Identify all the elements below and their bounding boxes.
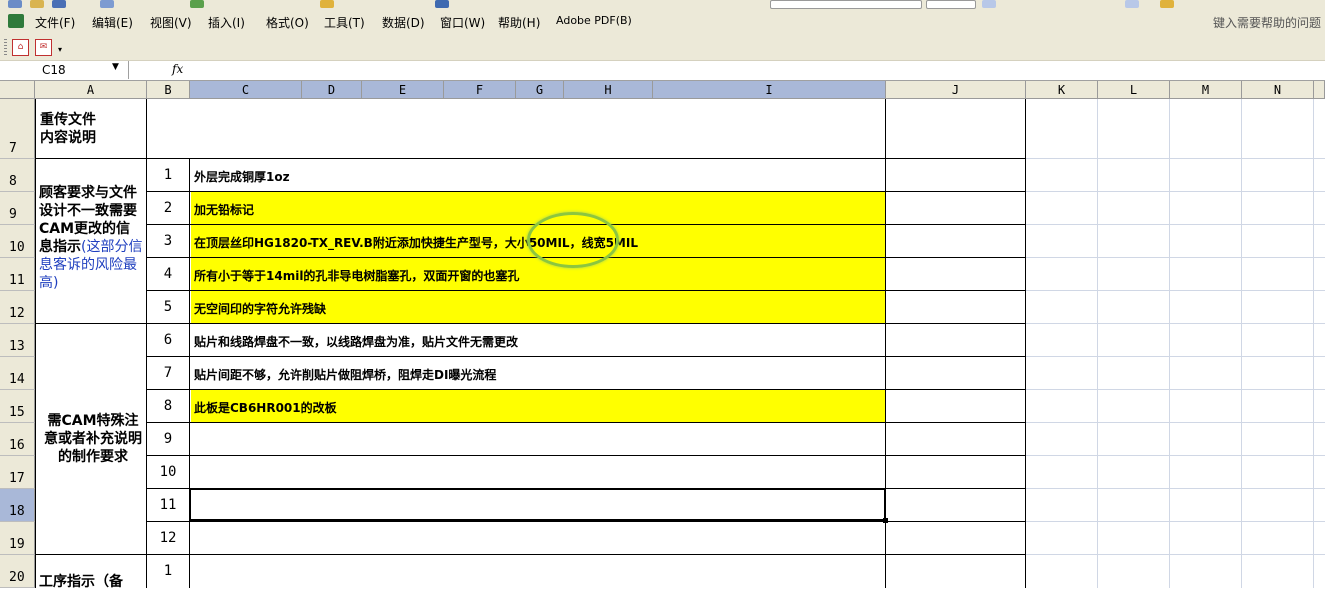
menu-window[interactable]: 窗口(W): [440, 14, 485, 31]
item-number: 2: [163, 200, 173, 216]
item-number: 3: [163, 233, 173, 249]
column-header-j[interactable]: J: [886, 81, 1026, 99]
column-header-e[interactable]: E: [362, 81, 444, 99]
column-header-d[interactable]: D: [302, 81, 362, 99]
row-header-18[interactable]: 18: [0, 489, 35, 522]
item-number: 4: [163, 266, 173, 282]
help-question-box[interactable]: 键入需要帮助的问题: [1213, 14, 1321, 31]
menu-data[interactable]: 数据(D): [382, 14, 425, 31]
column-header-m[interactable]: M: [1170, 81, 1242, 99]
row-header-17[interactable]: 17: [0, 456, 35, 489]
column-header-a[interactable]: A: [35, 81, 147, 99]
row-header-19[interactable]: 19: [0, 522, 35, 555]
menu-insert[interactable]: 插入(I): [208, 14, 245, 31]
column-header-f[interactable]: F: [444, 81, 516, 99]
item-text[interactable]: 贴片和线路焊盘不一致，以线路焊盘为准，贴片文件无需更改: [194, 333, 518, 350]
open-icon[interactable]: [30, 0, 44, 8]
column-header-b[interactable]: B: [147, 81, 190, 99]
toolbar-options-icon[interactable]: ▾: [58, 45, 62, 54]
column-header-g[interactable]: G: [516, 81, 564, 99]
label-cam-special: 需CAM特殊注意或者补充说明的制作要求: [44, 413, 142, 465]
column-header-l[interactable]: L: [1098, 81, 1170, 99]
label-process-instruction: 工序指示（备: [39, 574, 123, 590]
item-text[interactable]: 无空间印的字符允许残缺: [194, 300, 326, 317]
item-number: 10: [159, 464, 177, 480]
item-text[interactable]: 加无铅标记: [194, 201, 254, 218]
item-number: 6: [163, 332, 173, 348]
insert-function-icon[interactable]: fx: [172, 62, 183, 76]
formula-input[interactable]: [190, 61, 1325, 79]
row-header-8[interactable]: 8: [0, 159, 35, 192]
item-number: 11: [159, 497, 177, 513]
column-header-n[interactable]: N: [1242, 81, 1314, 99]
convert-to-pdf-icon[interactable]: ⌂: [12, 39, 29, 56]
process-item-number: 1: [163, 563, 173, 579]
cell-reference: C18: [42, 63, 66, 77]
row-header-13[interactable]: 13: [0, 324, 35, 357]
item-text[interactable]: 所有小于等于14mil的孔非导电树脂塞孔，双面开窗的也塞孔: [194, 267, 519, 284]
item-text[interactable]: 此板是CB6HR001的改板: [194, 399, 337, 416]
item-text[interactable]: 贴片间距不够，允许削贴片做阻焊桥，阻焊走DI曝光流程: [194, 366, 496, 383]
menu-view[interactable]: 视图(V): [150, 14, 192, 31]
convert-and-email-icon[interactable]: ✉: [35, 39, 52, 56]
menu-bar: 文件(F) 编辑(E) 视图(V) 插入(I) 格式(O) 工具(T) 数据(D…: [0, 10, 1325, 35]
row-header-15[interactable]: 15: [0, 390, 35, 423]
row-header-20[interactable]: 20: [0, 555, 35, 588]
item-number: 12: [159, 530, 177, 546]
item-number: 1: [163, 167, 173, 183]
row-header-12[interactable]: 12: [0, 291, 35, 324]
name-box[interactable]: C18 ▼: [0, 61, 129, 79]
print-icon[interactable]: [100, 0, 114, 8]
menu-tools[interactable]: 工具(T): [324, 14, 365, 31]
menu-file[interactable]: 文件(F): [35, 14, 75, 31]
column-header-o[interactable]: [1314, 81, 1325, 99]
menu-help[interactable]: 帮助(H): [498, 14, 540, 31]
annotation-circle: [527, 212, 619, 268]
row-header-14[interactable]: 14: [0, 357, 35, 390]
row-header-7[interactable]: 7: [0, 99, 35, 159]
menu-edit[interactable]: 编辑(E): [92, 14, 133, 31]
item-number: 8: [163, 398, 173, 414]
formula-bar: C18 ▼ fx: [0, 61, 1325, 81]
select-all-corner[interactable]: [0, 81, 35, 99]
column-header-i[interactable]: I: [653, 81, 886, 99]
fill-handle[interactable]: [883, 518, 888, 523]
chart-icon[interactable]: [435, 0, 449, 8]
row-header-16[interactable]: 16: [0, 423, 35, 456]
new-icon[interactable]: [8, 0, 22, 8]
pdf-toolbar: ⌂ ✉ ▾: [0, 35, 1325, 61]
row-header-9[interactable]: 9: [0, 192, 35, 225]
row-header-10[interactable]: 10: [0, 225, 35, 258]
font-name-box[interactable]: [770, 0, 922, 9]
active-cell-selection[interactable]: [189, 488, 886, 521]
paste-icon[interactable]: [320, 0, 334, 8]
worksheet-grid[interactable]: A B C D E F G H I J K L M N 7 8 9 10 11 …: [0, 81, 1325, 590]
label-reupload-description: 重传文件 内容说明: [40, 112, 96, 146]
name-box-dropdown-icon[interactable]: ▼: [112, 62, 119, 72]
item-text[interactable]: 外层完成铜厚1oz: [194, 168, 290, 185]
row-header-11[interactable]: 11: [0, 258, 35, 291]
column-header-c[interactable]: C: [190, 81, 302, 99]
currency-icon[interactable]: [1160, 0, 1174, 8]
merge-center-icon[interactable]: [1125, 0, 1139, 8]
item-number: 7: [163, 365, 173, 381]
column-header-k[interactable]: K: [1026, 81, 1098, 99]
menu-adobe-pdf[interactable]: Adobe PDF(B): [556, 14, 632, 27]
item-number: 5: [163, 299, 173, 315]
menu-format[interactable]: 格式(O): [266, 14, 309, 31]
label-customer-requirement: 顾客要求与文件设计不一致需要CAM更改的信息指示(这部分信息客诉的风险最高): [39, 184, 143, 292]
toolbar-grip[interactable]: [4, 39, 7, 55]
excel-app-icon[interactable]: [8, 14, 24, 28]
spelling-icon[interactable]: [190, 0, 204, 8]
item-number: 9: [163, 431, 173, 447]
bold-icon[interactable]: [982, 0, 996, 8]
save-icon[interactable]: [52, 0, 66, 8]
column-header-h[interactable]: H: [564, 81, 653, 99]
font-size-box[interactable]: [926, 0, 976, 9]
